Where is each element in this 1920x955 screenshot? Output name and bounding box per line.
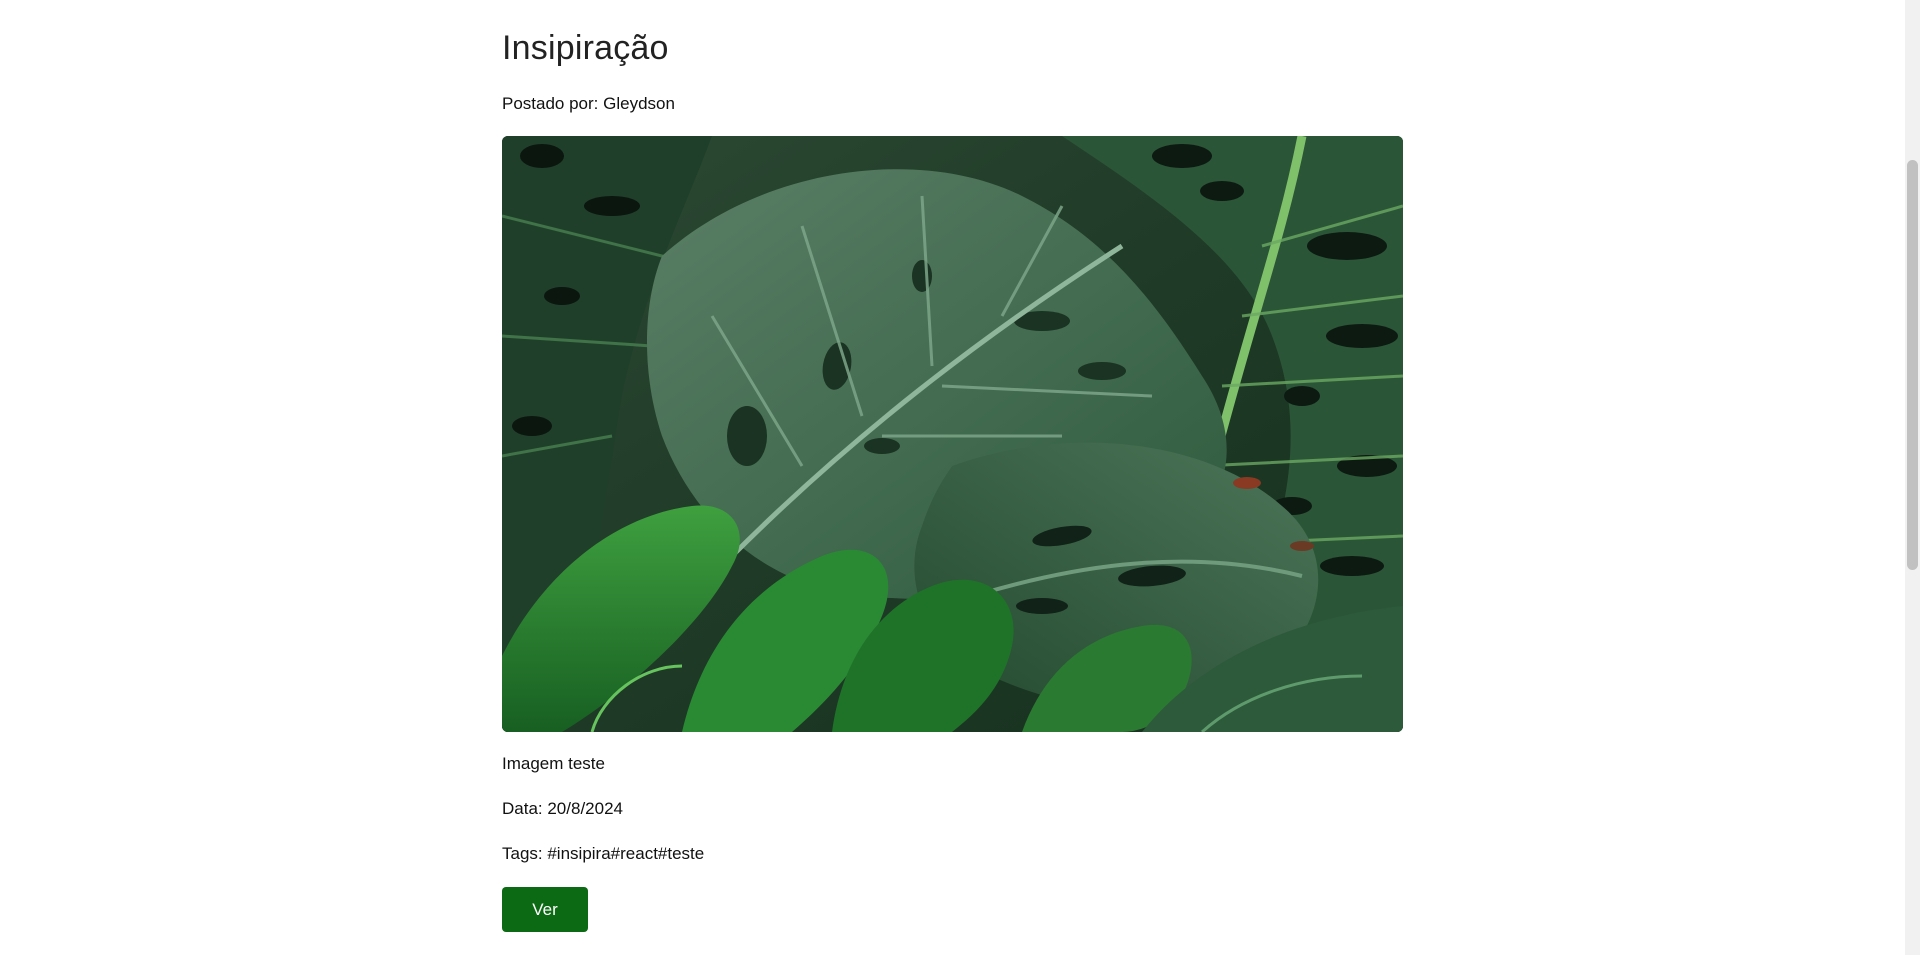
scrollbar-thumb[interactable] bbox=[1907, 160, 1918, 570]
view-button[interactable]: Ver bbox=[502, 887, 588, 932]
post-image bbox=[502, 136, 1403, 732]
page: Insipiração Postado por: Gleydson Imagem… bbox=[0, 0, 1920, 955]
post-tags: Tags: #insipira#react#teste bbox=[502, 844, 705, 863]
post-author: Postado por: Gleydson bbox=[502, 94, 675, 113]
monstera-leaves-picture bbox=[502, 136, 1403, 732]
image-caption: Imagem teste bbox=[502, 754, 605, 773]
post-title: Insipiração bbox=[502, 29, 669, 67]
post-date: Data: 20/8/2024 bbox=[502, 799, 623, 818]
